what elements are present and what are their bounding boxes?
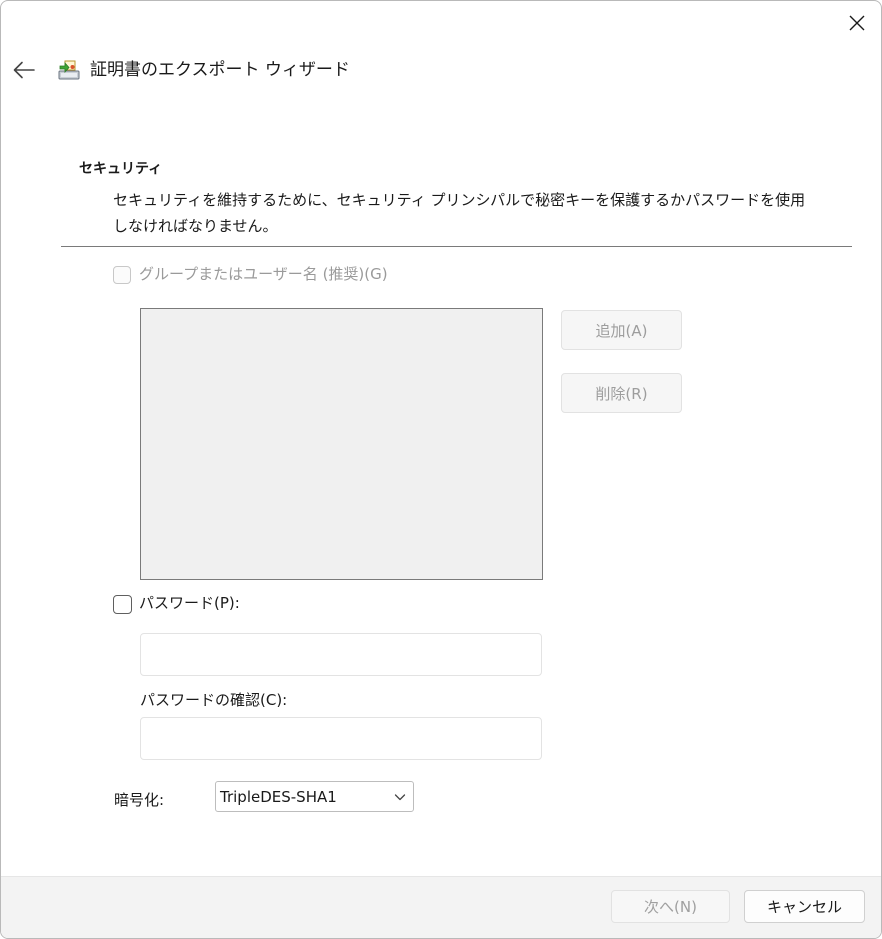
cancel-button[interactable]: キャンセル — [744, 890, 865, 923]
section-heading: セキュリティ — [79, 161, 163, 177]
back-button[interactable] — [9, 55, 39, 85]
password-input[interactable] — [140, 633, 542, 676]
header-divider — [61, 246, 852, 247]
group-user-listbox[interactable] — [140, 308, 543, 580]
password-label: パスワード(P): — [139, 594, 240, 612]
encryption-select[interactable]: TripleDES-SHA1 — [215, 781, 414, 812]
group-user-checkbox[interactable] — [113, 266, 131, 284]
chevron-down-icon — [394, 794, 406, 801]
certificate-export-icon — [58, 60, 80, 80]
certificate-export-wizard-window: 証明書のエクスポート ウィザード セキュリティ セキュリティを維持するために、セ… — [0, 0, 882, 939]
group-user-label: グループまたはユーザー名 (推奨)(G) — [139, 265, 388, 283]
password-checkbox[interactable] — [113, 595, 132, 614]
remove-button[interactable]: 削除(R) — [561, 373, 682, 413]
close-button[interactable] — [839, 6, 875, 40]
next-button[interactable]: 次へ(N) — [611, 890, 730, 923]
encryption-selected-value: TripleDES-SHA1 — [220, 787, 337, 806]
password-confirm-label: パスワードの確認(C): — [140, 691, 288, 709]
back-arrow-icon — [13, 61, 35, 79]
add-button[interactable]: 追加(A) — [561, 310, 682, 350]
wizard-title: 証明書のエクスポート ウィザード — [90, 60, 350, 80]
encryption-label: 暗号化: — [114, 791, 165, 809]
password-confirm-input[interactable] — [140, 717, 542, 760]
close-icon — [849, 15, 865, 31]
section-description: セキュリティを維持するために、セキュリティ プリンシパルで秘密キーを保護するかパ… — [113, 191, 806, 235]
